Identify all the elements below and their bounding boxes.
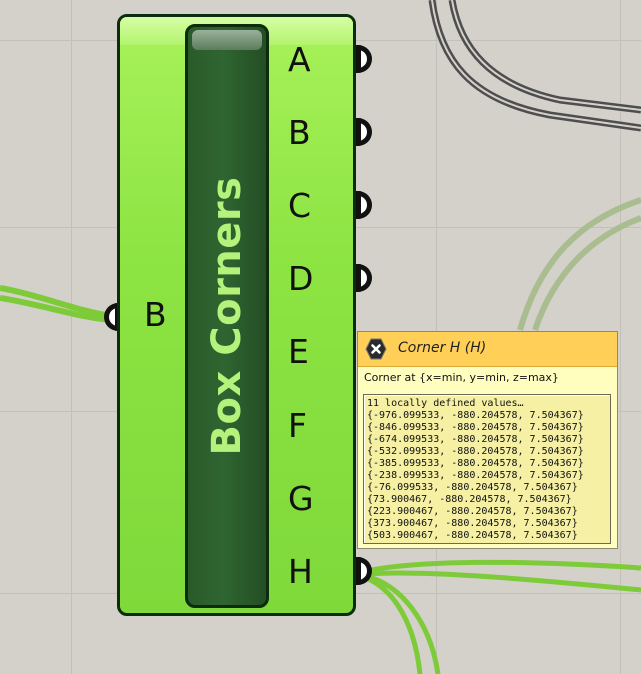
tooltip-description: Corner at {x=min, y=min, z=max} bbox=[364, 371, 559, 384]
value-row: {-976.099533, -880.204578, 7.504367} bbox=[367, 410, 584, 421]
output-label-e: E bbox=[288, 332, 309, 371]
value-row: {73.900467, -880.204578, 7.504367} bbox=[367, 494, 572, 505]
component-name: Box Corners bbox=[204, 176, 250, 456]
name-bar-gloss bbox=[192, 30, 262, 50]
values-header: 11 locally defined values… bbox=[367, 398, 524, 409]
output-wire[interactable] bbox=[365, 573, 441, 674]
output-label-d: D bbox=[288, 259, 314, 298]
values-panel: 11 locally defined values… {-976.099533,… bbox=[363, 394, 611, 544]
tooltip-header: Corner H (H) bbox=[358, 332, 617, 367]
value-row: {-846.099533, -880.204578, 7.504367} bbox=[367, 422, 584, 433]
wire[interactable] bbox=[532, 215, 641, 331]
wire[interactable] bbox=[448, 0, 641, 114]
output-label-c: C bbox=[288, 186, 312, 225]
tooltip-title: Corner H (H) bbox=[398, 340, 487, 356]
output-label-b: B bbox=[288, 113, 311, 152]
output-tooltip: Corner H (H) Corner at {x=min, y=min, z=… bbox=[357, 331, 618, 549]
output-label-f: F bbox=[288, 406, 307, 445]
output-label-a: A bbox=[288, 40, 311, 79]
output-label-h: H bbox=[288, 552, 313, 591]
value-row: {-532.099533, -880.204578, 7.504367} bbox=[367, 446, 584, 457]
box-corners-component[interactable]: B Box Corners A B C D E F G H bbox=[117, 14, 356, 616]
value-row: {-674.099533, -880.204578, 7.504367} bbox=[367, 434, 584, 445]
close-icon[interactable] bbox=[365, 338, 387, 360]
component-name-bar[interactable]: Box Corners bbox=[185, 24, 269, 608]
output-wire[interactable] bbox=[365, 559, 641, 574]
value-row: {373.900467, -880.204578, 7.504367} bbox=[367, 518, 578, 529]
output-label-g: G bbox=[288, 479, 314, 518]
value-row: {503.900467, -880.204578, 7.504367} bbox=[367, 530, 578, 541]
value-row: {-385.099533, -880.204578, 7.504367} bbox=[367, 458, 584, 469]
output-wire[interactable] bbox=[364, 575, 423, 674]
output-wire[interactable] bbox=[365, 570, 641, 593]
input-label-b: B bbox=[144, 295, 167, 334]
value-row: {-238.099533, -880.204578, 7.504367} bbox=[367, 470, 584, 481]
value-row: {-76.099533, -880.204578, 7.504367} bbox=[367, 482, 578, 493]
value-row: {223.900467, -880.204578, 7.504367} bbox=[367, 506, 578, 517]
wire[interactable] bbox=[517, 197, 641, 331]
